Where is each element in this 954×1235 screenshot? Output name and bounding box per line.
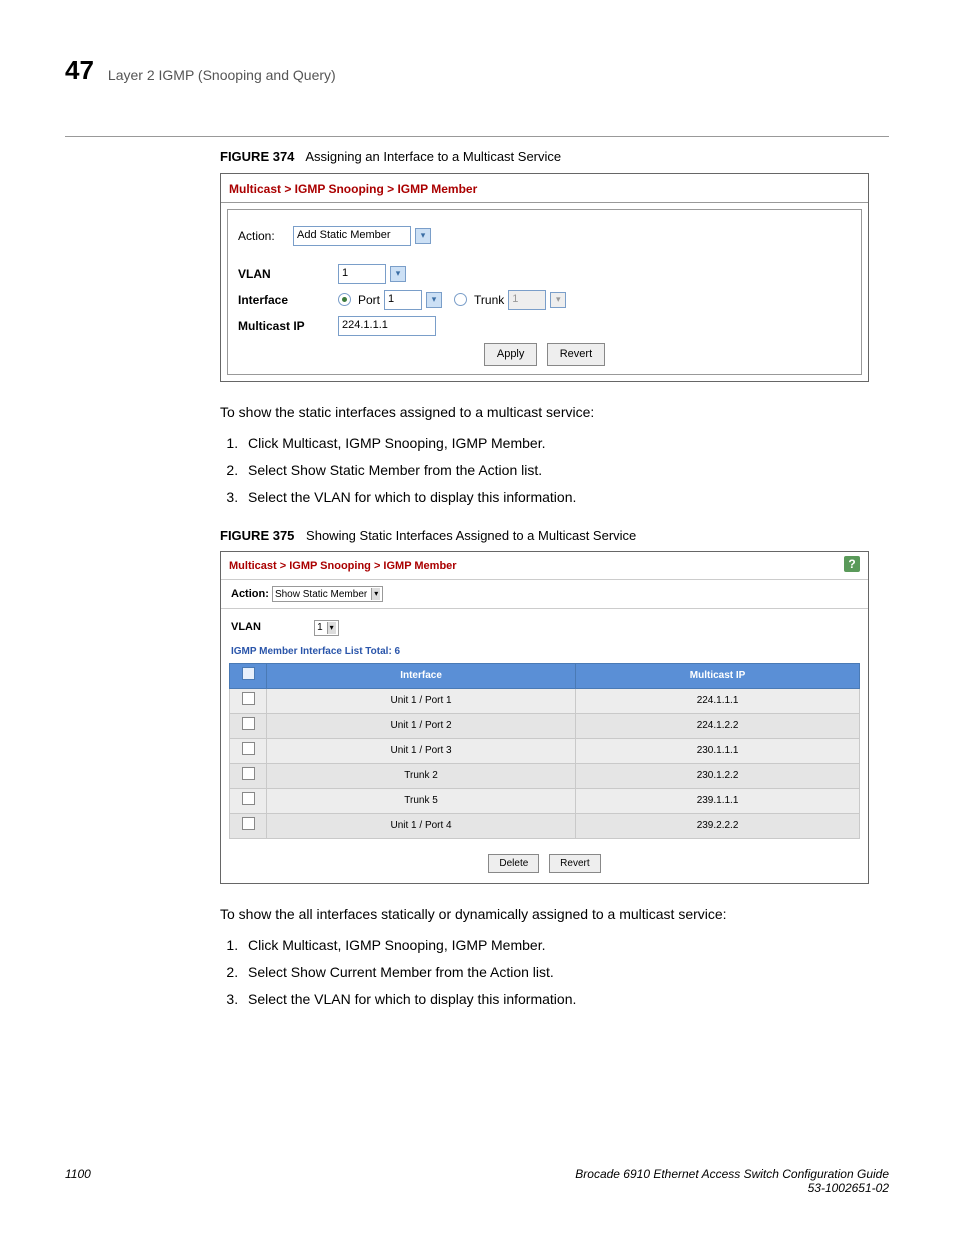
page-footer: 1100 Brocade 6910 Ethernet Access Switch…	[65, 1167, 889, 1195]
figure-374-caption: FIGURE 374 Assigning an Interface to a M…	[220, 147, 869, 167]
cell-ip: 230.1.1.1	[576, 738, 860, 763]
interface-label: Interface	[238, 291, 338, 309]
cell-interface: Unit 1 / Port 2	[267, 713, 576, 738]
apply-button[interactable]: Apply	[484, 343, 538, 366]
multicast-ip-input[interactable]: 224.1.1.1	[338, 316, 436, 336]
section2-steps: Click Multicast, IGMP Snooping, IGMP Mem…	[220, 935, 869, 1010]
row-checkbox[interactable]	[242, 767, 255, 780]
chevron-down-icon[interactable]: ▾	[327, 622, 336, 634]
row-checkbox[interactable]	[242, 792, 255, 805]
col-multicast-ip: Multicast IP	[576, 663, 860, 688]
footer-title: Brocade 6910 Ethernet Access Switch Conf…	[575, 1167, 889, 1181]
multicast-ip-value: 224.1.1.1	[342, 317, 388, 334]
figure-374-number: FIGURE 374	[220, 149, 294, 164]
cell-interface: Unit 1 / Port 4	[267, 813, 576, 838]
list-item: Select Show Current Member from the Acti…	[242, 962, 869, 983]
table-row: Unit 1 / Port 4 239.2.2.2	[230, 813, 860, 838]
trunk-select: 1	[508, 290, 546, 310]
table-row: Trunk 5 239.1.1.1	[230, 788, 860, 813]
vlan-label: VLAN	[238, 265, 338, 283]
list-item: Click Multicast, IGMP Snooping, IGMP Mem…	[242, 935, 869, 956]
chapter-title: Layer 2 IGMP (Snooping and Query)	[108, 67, 336, 83]
footer-doc: 53-1002651-02	[808, 1181, 889, 1195]
cell-ip: 239.1.1.1	[576, 788, 860, 813]
cell-interface: Trunk 5	[267, 788, 576, 813]
section2-intro: To show the all interfaces statically or…	[220, 904, 869, 925]
chevron-down-icon[interactable]: ▾	[371, 588, 380, 600]
action-select[interactable]: Add Static Member	[293, 226, 411, 246]
cell-ip: 239.2.2.2	[576, 813, 860, 838]
cell-ip: 230.1.2.2	[576, 763, 860, 788]
figure-375-number: FIGURE 375	[220, 528, 294, 543]
breadcrumb: Multicast > IGMP Snooping > IGMP Member	[221, 174, 868, 203]
vlan-select[interactable]: 1 ▾	[314, 620, 339, 636]
figure-375-panel: Multicast > IGMP Snooping > IGMP Member …	[220, 551, 869, 884]
list-item: Select Show Static Member from the Actio…	[242, 460, 869, 481]
list-item: Select the VLAN for which to display thi…	[242, 487, 869, 508]
delete-button[interactable]: Delete	[488, 854, 539, 873]
port-radio[interactable]	[338, 293, 351, 306]
row-checkbox[interactable]	[242, 742, 255, 755]
action-select-value: Add Static Member	[297, 227, 391, 244]
trunk-label: Trunk	[474, 291, 504, 309]
action-select-value: Show Static Member	[275, 587, 367, 602]
trunk-value: 1	[512, 291, 518, 308]
row-checkbox[interactable]	[242, 717, 255, 730]
page-header: 47 Layer 2 IGMP (Snooping and Query)	[65, 55, 889, 86]
table-row: Unit 1 / Port 2 224.1.2.2	[230, 713, 860, 738]
figure-375-title: Showing Static Interfaces Assigned to a …	[306, 528, 636, 543]
chevron-down-icon[interactable]: ▾	[426, 292, 442, 308]
header-rule	[65, 136, 889, 137]
revert-button[interactable]: Revert	[549, 854, 600, 873]
port-value: 1	[388, 291, 394, 308]
table-row: Trunk 2 230.1.2.2	[230, 763, 860, 788]
revert-button[interactable]: Revert	[547, 343, 605, 366]
table-row: Unit 1 / Port 3 230.1.1.1	[230, 738, 860, 763]
member-table: Interface Multicast IP Unit 1 / Port 1 2…	[229, 663, 860, 839]
figure-374-title: Assigning an Interface to a Multicast Se…	[305, 149, 561, 164]
cell-ip: 224.1.2.2	[576, 713, 860, 738]
port-label: Port	[358, 291, 380, 309]
vlan-value: 1	[317, 620, 323, 635]
figure-375-caption: FIGURE 375 Showing Static Interfaces Ass…	[220, 526, 869, 546]
row-checkbox[interactable]	[242, 817, 255, 830]
action-select[interactable]: Show Static Member ▾	[272, 586, 383, 602]
page-number: 1100	[65, 1167, 91, 1195]
multicast-ip-label: Multicast IP	[238, 317, 338, 335]
cell-interface: Trunk 2	[267, 763, 576, 788]
cell-interface: Unit 1 / Port 1	[267, 688, 576, 713]
chevron-down-icon[interactable]: ▾	[415, 228, 431, 244]
vlan-select[interactable]: 1	[338, 264, 386, 284]
figure-374-panel: Multicast > IGMP Snooping > IGMP Member …	[220, 173, 869, 382]
vlan-value: 1	[342, 265, 348, 282]
table-row: Unit 1 / Port 1 224.1.1.1	[230, 688, 860, 713]
section1-steps: Click Multicast, IGMP Snooping, IGMP Mem…	[220, 433, 869, 508]
cell-interface: Unit 1 / Port 3	[267, 738, 576, 763]
help-icon[interactable]: ?	[844, 556, 860, 572]
row-checkbox[interactable]	[242, 692, 255, 705]
chevron-down-icon[interactable]: ▾	[390, 266, 406, 282]
col-interface: Interface	[267, 663, 576, 688]
breadcrumb: Multicast > IGMP Snooping > IGMP Member …	[221, 552, 868, 579]
list-label: IGMP Member Interface List Total: 6	[221, 640, 868, 661]
section1-intro: To show the static interfaces assigned t…	[220, 402, 869, 423]
action-label: Action:	[238, 227, 293, 245]
vlan-label: VLAN	[231, 619, 311, 636]
list-item: Select the VLAN for which to display thi…	[242, 989, 869, 1010]
select-all-checkbox[interactable]	[242, 667, 255, 680]
chevron-down-icon: ▾	[550, 292, 566, 308]
trunk-radio[interactable]	[454, 293, 467, 306]
list-item: Click Multicast, IGMP Snooping, IGMP Mem…	[242, 433, 869, 454]
chapter-number: 47	[65, 55, 94, 86]
cell-ip: 224.1.1.1	[576, 688, 860, 713]
port-select[interactable]: 1	[384, 290, 422, 310]
action-label: Action:	[231, 588, 269, 600]
